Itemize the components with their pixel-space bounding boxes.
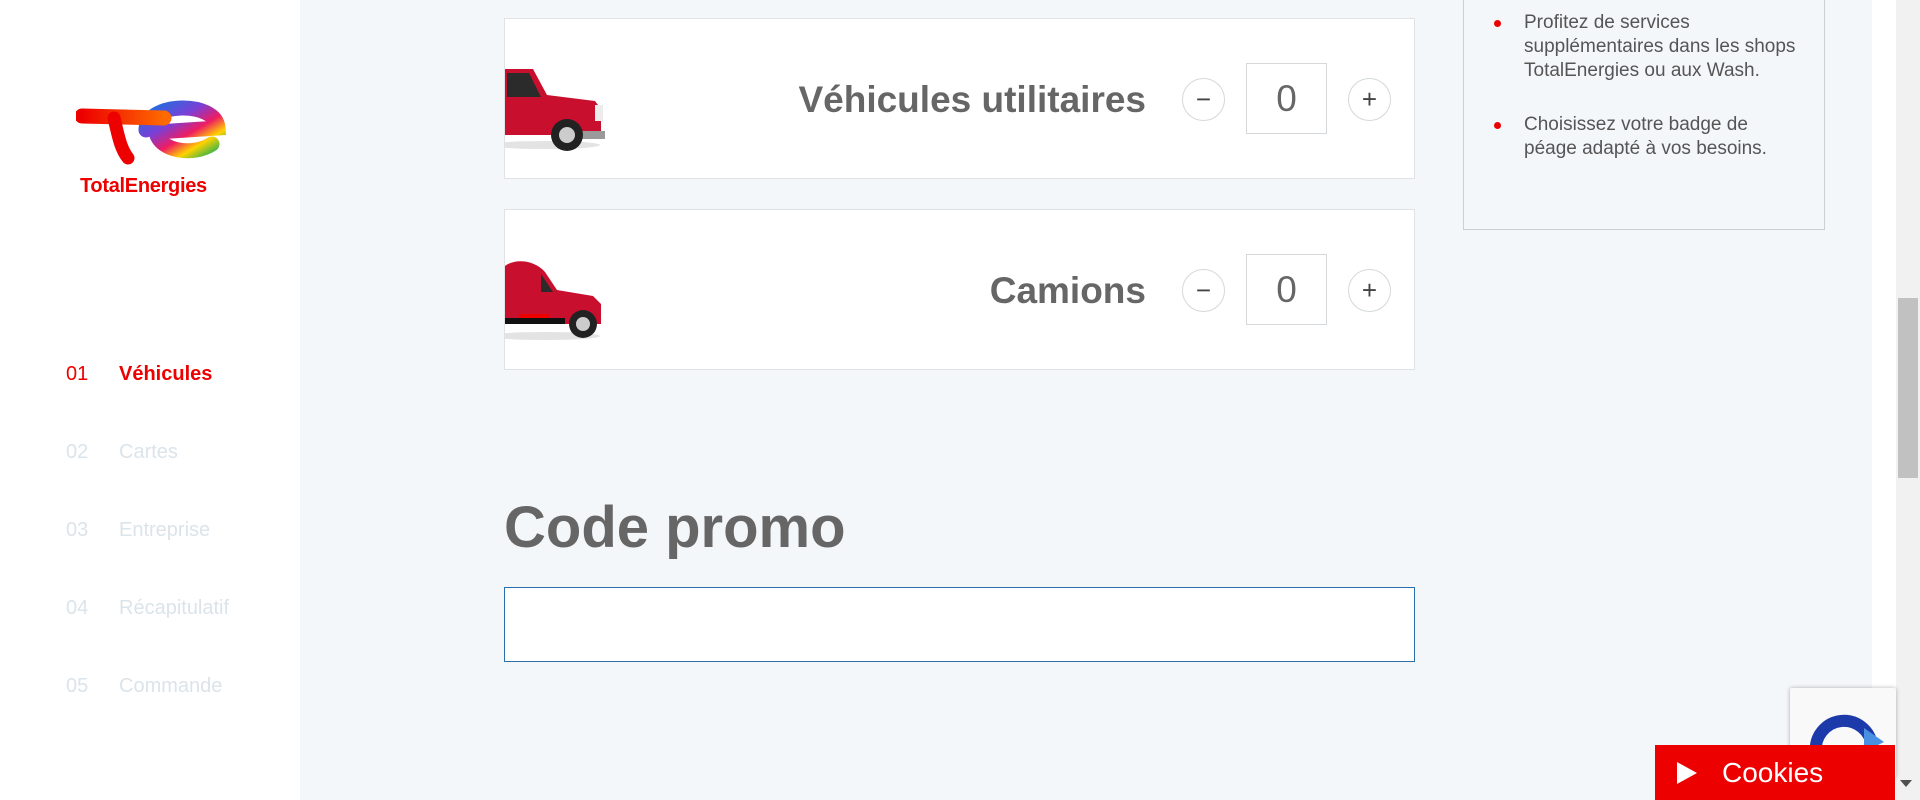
- info-box: Profitez de services supplémentaires dan…: [1463, 0, 1825, 230]
- vehicle-label: Véhicules utilitaires: [798, 78, 1146, 120]
- step-recapitulatif[interactable]: 04 Récapitulatif: [66, 569, 229, 647]
- step-number: 03: [66, 518, 89, 541]
- vehicle-label: Camions: [989, 269, 1146, 311]
- step-number: 05: [66, 674, 89, 697]
- increment-button[interactable]: +: [1348, 78, 1391, 121]
- step-number: 01: [66, 362, 89, 385]
- increment-button[interactable]: +: [1348, 269, 1391, 312]
- decrement-button[interactable]: −: [1182, 269, 1225, 312]
- step-label: Entreprise: [119, 518, 211, 541]
- vehicle-card-camions: Camions − +: [504, 209, 1415, 370]
- promo-title: Code promo: [504, 495, 846, 560]
- scroll-down-icon[interactable]: [1900, 780, 1912, 787]
- cookies-button[interactable]: Cookies: [1655, 745, 1895, 800]
- step-label: Véhicules: [119, 362, 213, 385]
- step-vehicules[interactable]: 01 Véhicules: [66, 335, 229, 413]
- step-number: 02: [66, 440, 89, 463]
- truck-icon: [505, 261, 601, 340]
- step-nav: 01 Véhicules 02 Cartes 03 Entreprise 04 …: [66, 335, 229, 725]
- step-number: 04: [66, 596, 89, 619]
- play-icon: [1677, 761, 1697, 784]
- step-cartes[interactable]: 02 Cartes: [66, 413, 229, 491]
- brand-name: TotalEnergies: [80, 175, 207, 197]
- promo-code-input[interactable]: [504, 587, 1415, 662]
- sidebar: TotalEnergies 01 Véhicules 02 Cartes 03 …: [0, 0, 300, 800]
- scrollbar-thumb[interactable]: [1898, 298, 1918, 478]
- step-label: Récapitulatif: [119, 596, 230, 619]
- page-edge: [1872, 0, 1896, 800]
- info-bullet: Choisissez votre badge de péage adapté à…: [1494, 113, 1804, 161]
- step-label: Cartes: [119, 440, 178, 463]
- van-icon: [505, 69, 605, 151]
- quantity-input[interactable]: [1246, 254, 1327, 325]
- vehicle-card-utilitaires: Véhicules utilitaires − +: [504, 18, 1415, 179]
- cookies-label: Cookies: [1722, 756, 1824, 788]
- quantity-input[interactable]: [1246, 63, 1327, 134]
- step-commande[interactable]: 05 Commande: [66, 647, 229, 725]
- info-bullet: Profitez de services supplémentaires dan…: [1494, 11, 1804, 83]
- step-label: Commande: [119, 674, 223, 697]
- step-entreprise[interactable]: 03 Entreprise: [66, 491, 229, 569]
- info-list: Profitez de services supplémentaires dan…: [1464, 0, 1824, 161]
- decrement-button[interactable]: −: [1182, 78, 1225, 121]
